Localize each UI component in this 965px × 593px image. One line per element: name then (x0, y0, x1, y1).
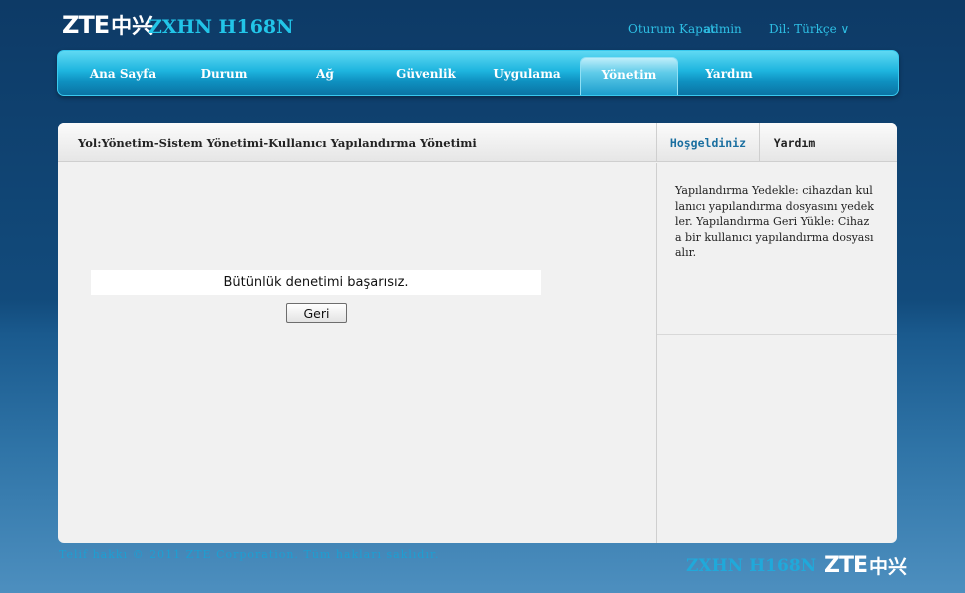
sidebar-divider (657, 334, 897, 335)
breadcrumb: Yol:Yönetim-Sistem Yönetimi-Kullanıcı Ya… (78, 136, 477, 150)
content-panel: Yol:Yönetim-Sistem Yönetimi-Kullanıcı Ya… (58, 123, 897, 543)
username-label: admin (704, 22, 742, 36)
nav-item-durum[interactable]: Durum (174, 51, 274, 95)
footer-zte-logo: ZTE 中兴 (824, 551, 907, 579)
footer-logo-text: ZTE (824, 552, 868, 578)
error-message: Bütünlük denetimi başarısız. (91, 270, 541, 295)
header: ZTE 中兴 ZXHN H168N Oturum Kapat admin Dil:… (0, 0, 965, 50)
footer-model-title: ZXHN H168N (686, 556, 817, 576)
main-area: Bütünlük denetimi başarısız. Geri (58, 163, 656, 543)
nav-item-ana-sayfa[interactable]: Ana Sayfa (73, 51, 173, 95)
panel-header: Yol:Yönetim-Sistem Yönetimi-Kullanıcı Ya… (58, 123, 897, 162)
language-selector[interactable]: Dil: Türkçe ∨ (769, 22, 849, 36)
help-text: Yapılandırma Yedekle: cihazdan kullanıcı… (675, 184, 874, 259)
logout-link[interactable]: Oturum Kapat (628, 22, 715, 36)
nav-item-guvenlik[interactable]: Güvenlik (376, 51, 476, 95)
nav-item-yardim[interactable]: Yardım (679, 51, 779, 95)
logo-cn-text: 中兴 (111, 14, 154, 38)
tab-help[interactable]: Yardım (759, 123, 829, 162)
nav-item-yonetim[interactable]: Yönetim (580, 57, 678, 95)
nav-item-ag[interactable]: Ağ (275, 51, 375, 95)
footer-logo-cn-text: 中兴 (869, 555, 908, 578)
model-title: ZXHN H168N (148, 16, 294, 38)
nav-item-uygulama[interactable]: Uygulama (477, 51, 577, 95)
back-button[interactable]: Geri (286, 303, 347, 323)
logo-text: ZTE (62, 11, 110, 39)
help-sidebar: Yapılandırma Yedekle: cihazdan kullanıcı… (656, 163, 897, 543)
copyright-text: Telif hakkı © 2011 ZTE Corporation. Tüm … (59, 548, 440, 561)
main-nav: Ana Sayfa Durum Ağ Güvenlik Uygulama Yön… (57, 50, 899, 96)
tab-welcome[interactable]: Hoşgeldiniz (656, 123, 759, 162)
zte-logo: ZTE 中兴 (62, 10, 153, 40)
